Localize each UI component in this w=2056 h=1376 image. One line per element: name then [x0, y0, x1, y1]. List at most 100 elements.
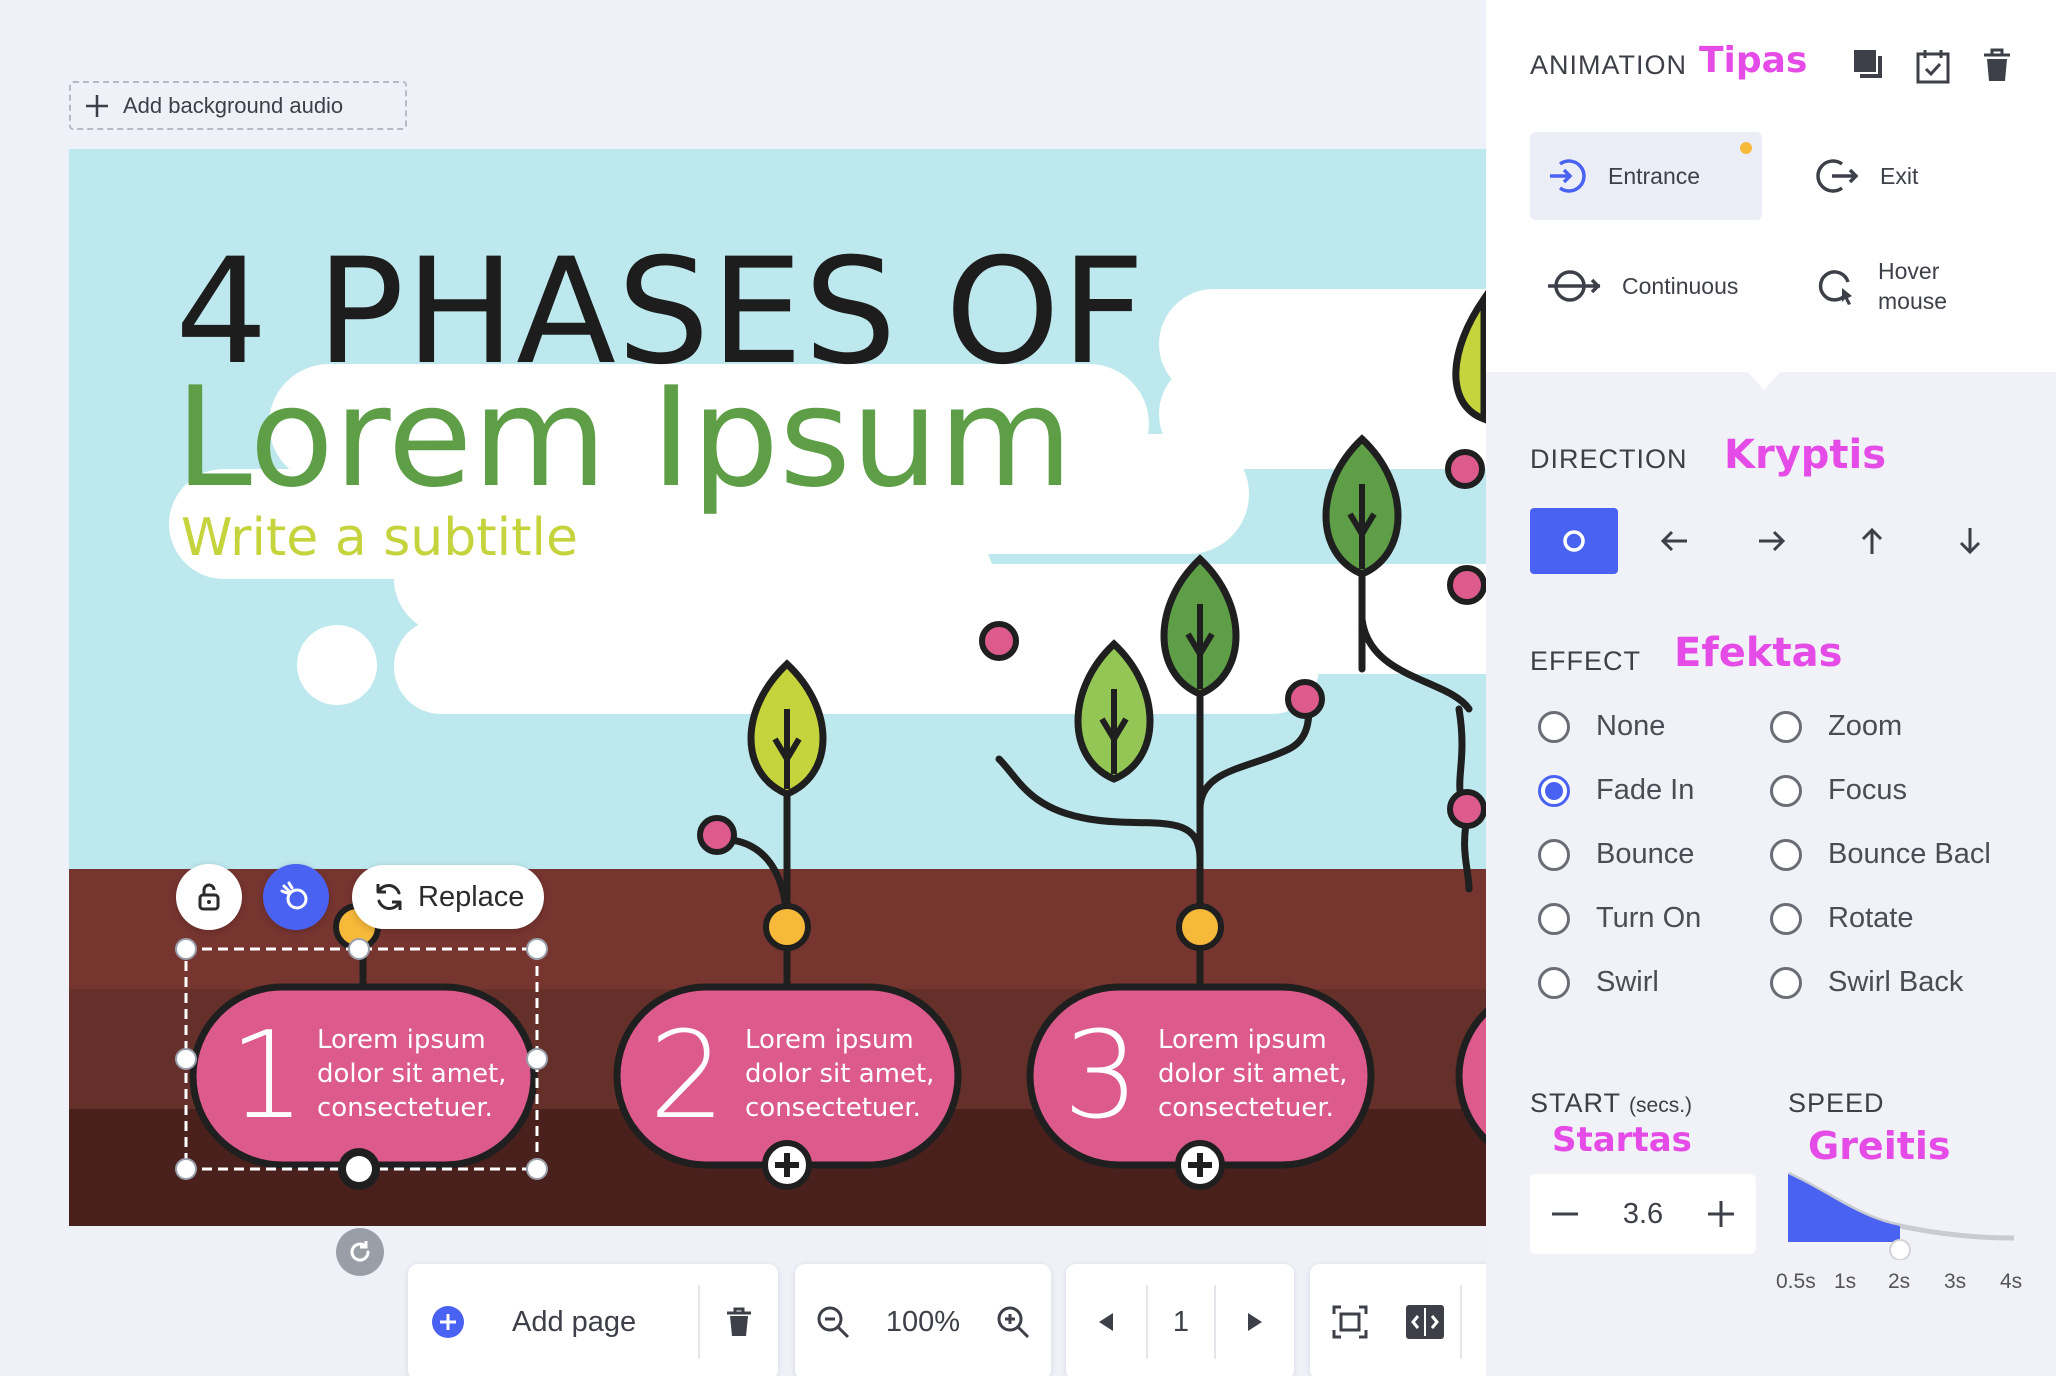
- direction-down-button[interactable]: [1926, 508, 2014, 574]
- start-stepper[interactable]: 3.6: [1530, 1174, 1756, 1254]
- effect-option-zoom[interactable]: Zoom: [1770, 710, 1902, 743]
- effect-note: Efektas: [1674, 630, 1843, 676]
- delete-page-button[interactable]: [700, 1306, 778, 1338]
- animation-panel: ANIMATION Tipas Entrance Exit Continuous…: [1486, 0, 2056, 1376]
- tab-continuous[interactable]: Continuous: [1530, 242, 1762, 330]
- tab-label: Continuous: [1622, 272, 1739, 299]
- effect-label: None: [1596, 710, 1666, 742]
- card-text-2[interactable]: Lorem ipsum dolor sit amet, consectetuer…: [745, 1023, 934, 1125]
- effect-option-swirl[interactable]: Swirl: [1538, 966, 1659, 999]
- effect-option-rotate[interactable]: Rotate: [1770, 902, 1913, 935]
- effect-option-turn-on[interactable]: Turn On: [1538, 902, 1701, 935]
- plus-icon: [71, 93, 123, 119]
- entrance-icon: [1546, 156, 1588, 196]
- effect-label: Turn On: [1596, 902, 1702, 934]
- card-text-line: Lorem ipsum: [317, 1025, 486, 1055]
- arrow-right-icon: [1757, 528, 1787, 554]
- tab-label: Entrance: [1608, 162, 1701, 189]
- tab-exit[interactable]: Exit: [1798, 132, 2030, 220]
- slide-title-line2[interactable]: Lorem Ipsum: [175, 369, 1073, 507]
- add-page-icon[interactable]: [408, 1305, 488, 1339]
- page-toolbar: Add page: [408, 1264, 778, 1376]
- effect-title: EFFECT: [1530, 646, 1641, 676]
- zoom-in-icon: [995, 1304, 1031, 1340]
- card-text-line: dolor sit amet,: [1158, 1059, 1348, 1089]
- arrow-down-icon: [1957, 526, 1983, 556]
- apply-all-button[interactable]: [1916, 48, 1950, 84]
- card-number-3: 3: [1063, 1007, 1140, 1146]
- add-background-audio-button[interactable]: Add background audio: [69, 81, 407, 130]
- effect-option-bounce[interactable]: Bounce: [1538, 838, 1694, 871]
- radio-icon: [1538, 902, 1570, 935]
- card-text-line: consectetuer.: [1158, 1093, 1334, 1123]
- replace-label: Replace: [418, 880, 525, 913]
- effect-label: Fade In: [1596, 774, 1695, 806]
- unlock-button[interactable]: [176, 864, 242, 930]
- tab-label: Hover mouse: [1878, 258, 1948, 314]
- refresh-icon: [372, 880, 406, 914]
- copy-icon: [1852, 48, 1886, 82]
- effect-option-focus[interactable]: Focus: [1770, 774, 1907, 807]
- direction-up-button[interactable]: [1828, 508, 1916, 574]
- start-value[interactable]: 3.6: [1623, 1198, 1663, 1231]
- tab-hover-mouse[interactable]: Hover mouse: [1798, 242, 2030, 330]
- speed-note: Greitis: [1808, 1124, 1951, 1168]
- effect-label: Zoom: [1828, 710, 1903, 742]
- zoom-toolbar: 100%: [795, 1264, 1051, 1376]
- card-text-3[interactable]: Lorem ipsum dolor sit amet, consectetuer…: [1158, 1023, 1347, 1125]
- trash-icon: [724, 1306, 754, 1338]
- radio-icon: [1538, 838, 1570, 871]
- unlock-icon: [193, 881, 225, 913]
- start-title-text: START: [1530, 1088, 1621, 1118]
- split-view-button[interactable]: [1390, 1304, 1460, 1340]
- triangle-left-icon: [1097, 1312, 1115, 1332]
- effect-option-bounce-back[interactable]: Bounce Bacl: [1770, 838, 1991, 871]
- slide-subtitle[interactable]: Write a subtitle: [181, 512, 578, 564]
- next-page-button[interactable]: [1216, 1312, 1294, 1332]
- add-page-button[interactable]: Add page: [488, 1306, 698, 1339]
- replace-button[interactable]: Replace: [352, 865, 544, 929]
- tab-entrance[interactable]: Entrance: [1530, 132, 1762, 220]
- minus-button[interactable]: [1550, 1199, 1580, 1229]
- copy-animation-button[interactable]: [1852, 48, 1886, 82]
- plus-button[interactable]: [1706, 1199, 1736, 1229]
- effect-label: Bounce: [1596, 838, 1695, 870]
- fit-screen-icon: [1332, 1305, 1368, 1339]
- effect-option-swirl-back[interactable]: Swirl Back: [1770, 966, 1963, 999]
- animate-button[interactable]: [263, 864, 329, 930]
- card-text-line: Lorem ipsum: [1158, 1025, 1327, 1055]
- zoom-out-button[interactable]: [795, 1304, 871, 1340]
- direction-left-button[interactable]: [1630, 508, 1718, 574]
- prev-page-button[interactable]: [1066, 1312, 1146, 1332]
- card-text-line: dolor sit amet,: [317, 1059, 507, 1089]
- fit-screen-button[interactable]: [1310, 1305, 1390, 1339]
- page-number[interactable]: 1: [1148, 1306, 1214, 1339]
- animation-icon: [279, 880, 313, 914]
- speed-tick: 0.5s: [1776, 1270, 1816, 1293]
- effect-label: Focus: [1828, 774, 1907, 806]
- radio-selected-icon: [1538, 774, 1570, 807]
- triangle-right-icon: [1246, 1312, 1264, 1332]
- speed-curve[interactable]: [1788, 1170, 2018, 1260]
- effect-option-none[interactable]: None: [1538, 710, 1665, 743]
- direction-none-button[interactable]: [1530, 508, 1618, 574]
- speed-tick: 3s: [1944, 1270, 1967, 1293]
- delete-animation-button[interactable]: [1982, 48, 2012, 82]
- card-text-1[interactable]: Lorem ipsum dolor sit amet, consectetuer…: [317, 1023, 506, 1125]
- pagination: 1: [1066, 1264, 1294, 1376]
- zoom-in-button[interactable]: [975, 1304, 1051, 1340]
- slide-canvas[interactable]: 4 PHASES OF Lorem Ipsum Write a subtitle…: [69, 149, 1486, 1226]
- start-note: Startas: [1552, 1120, 1692, 1160]
- direction-note: Kryptis: [1724, 432, 1887, 478]
- effect-option-fade-in[interactable]: Fade In: [1538, 774, 1694, 807]
- zoom-level[interactable]: 100%: [871, 1306, 975, 1339]
- effect-label: Swirl: [1596, 966, 1659, 998]
- add-background-audio-label: Add background audio: [123, 92, 344, 118]
- rotate-handle[interactable]: [336, 1228, 384, 1276]
- card-text-line: consectetuer.: [317, 1093, 493, 1123]
- speed-tick: 1s: [1834, 1270, 1857, 1293]
- card-number-2: 2: [649, 1007, 726, 1146]
- arrow-left-icon: [1659, 528, 1689, 554]
- direction-right-button[interactable]: [1728, 508, 1816, 574]
- direction-title: DIRECTION: [1530, 444, 1688, 474]
